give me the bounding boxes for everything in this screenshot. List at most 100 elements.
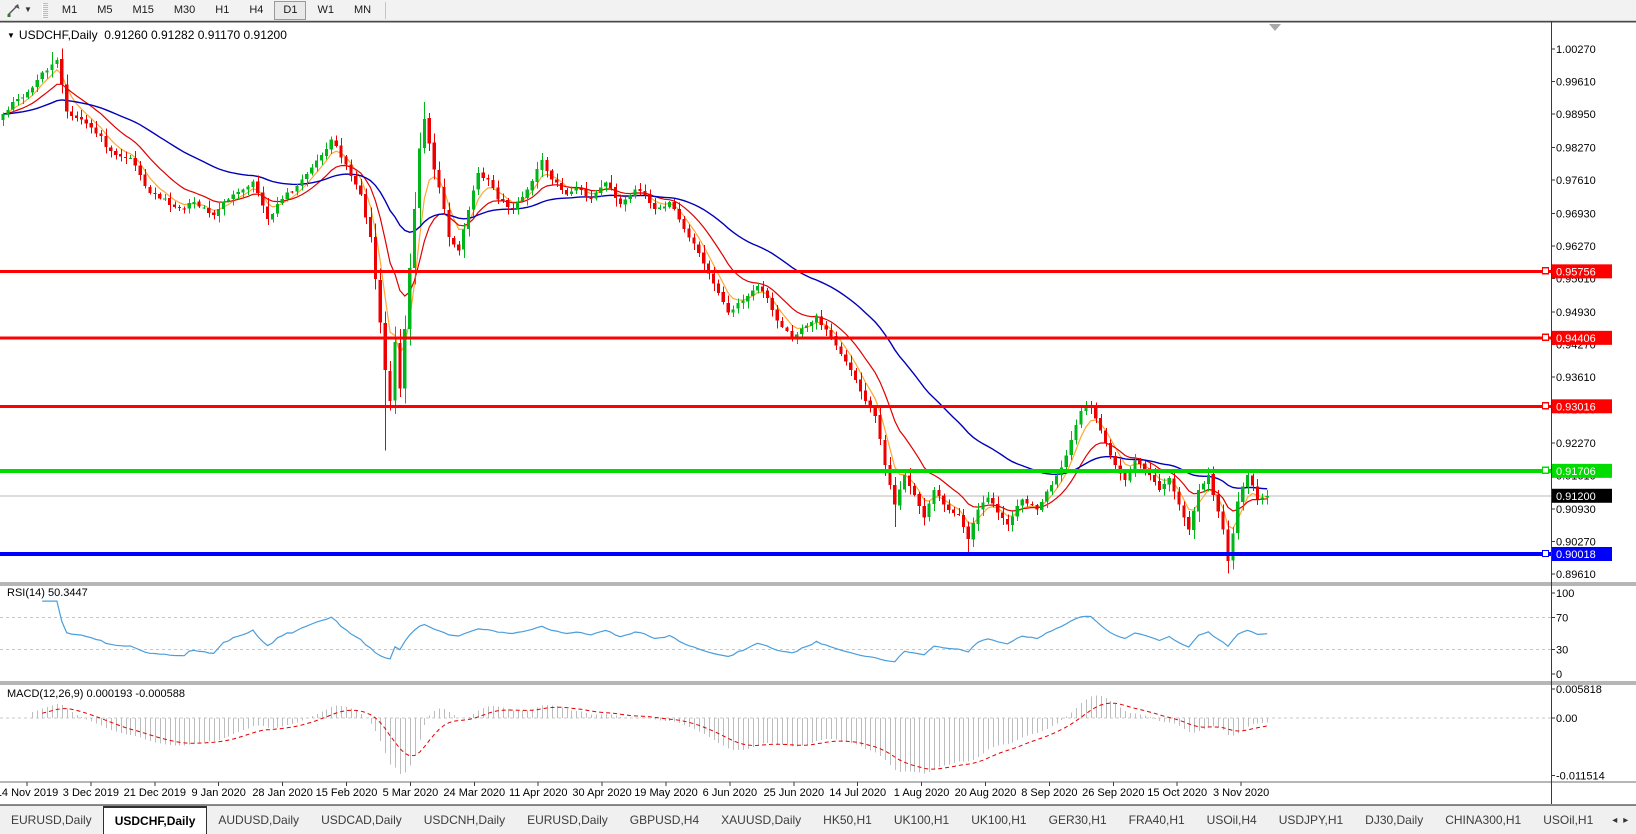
- candle-body: [16, 99, 20, 102]
- rsi-tick-30: 30: [1556, 645, 1568, 657]
- chart-tab-usdcad-daily[interactable]: USDCAD,Daily: [310, 806, 413, 834]
- candle-body: [241, 189, 245, 193]
- candle-body: [35, 79, 39, 88]
- macd-histogram: [32, 695, 1268, 774]
- candle-body: [334, 140, 338, 146]
- timeframe-button-w1[interactable]: W1: [308, 1, 343, 20]
- candle-body: [765, 290, 769, 298]
- timeframe-button-m30[interactable]: M30: [165, 1, 204, 20]
- timeframe-button-m5[interactable]: M5: [88, 1, 121, 20]
- candle-body: [383, 322, 387, 371]
- timeframe-button-mn[interactable]: MN: [345, 1, 380, 20]
- candle-body: [231, 194, 235, 199]
- candle-body: [589, 196, 593, 200]
- candle-body: [648, 194, 652, 203]
- chart-tab-uk100-h1[interactable]: UK100,H1: [883, 806, 960, 834]
- candle-body: [961, 515, 965, 527]
- chart-tab-uk100-h1[interactable]: UK100,H1: [960, 806, 1037, 834]
- candle-body: [1, 114, 5, 120]
- chart-tab-dj30-daily[interactable]: DJ30,Daily: [1354, 806, 1434, 834]
- candle-body: [60, 59, 64, 85]
- chart-tab-hk50-h1[interactable]: HK50,H1: [812, 806, 883, 834]
- timeframe-button-m15[interactable]: M15: [123, 1, 162, 20]
- candle-body: [991, 497, 995, 504]
- chart-tab-usdjpy-h1[interactable]: USDJPY,H1: [1268, 806, 1354, 834]
- chart-tab-usoil-h1[interactable]: USOil,H1: [1532, 806, 1604, 834]
- chart-tab-eurusd-daily[interactable]: EURUSD,Daily: [0, 806, 103, 834]
- timeframe-button-d1[interactable]: D1: [274, 0, 307, 20]
- chart-tab-gbpusd-h4[interactable]: GBPUSD,H4: [619, 806, 710, 834]
- candle-body: [1167, 478, 1171, 485]
- candle-body: [486, 178, 490, 180]
- candle-body: [1133, 460, 1137, 470]
- chart-tab-usdchf-daily[interactable]: USDCHF,Daily: [102, 806, 208, 834]
- candle-body: [555, 179, 559, 183]
- chart-tab-eurusd-daily[interactable]: EURUSD,Daily: [516, 806, 619, 834]
- chart-tab-xauusd-daily[interactable]: XAUUSD,Daily: [710, 806, 812, 834]
- candle-body: [956, 513, 961, 515]
- candle-body: [927, 503, 931, 517]
- level-0.93016-handle: [1541, 402, 1550, 410]
- candle-body: [898, 489, 902, 506]
- candle-body: [775, 309, 779, 321]
- chart-window[interactable]: 1.00270 0.99610 0.98950 0.98270 0.97610 0.969…: [0, 21, 1636, 805]
- timeframe-button-m1[interactable]: M1: [53, 1, 86, 20]
- candle-body: [912, 486, 916, 495]
- candle-body: [1001, 512, 1005, 518]
- macd-tick--0.011514: -0.011514: [1556, 770, 1605, 782]
- candle-body: [300, 179, 304, 187]
- candle-body: [378, 279, 382, 323]
- symbol-period-label: USDCHF,Daily: [18, 28, 98, 42]
- date-tick-label: 15 Feb 2020: [316, 787, 378, 799]
- candle-body: [21, 97, 25, 99]
- date-tick-label: 30 Apr 2020: [572, 787, 631, 799]
- date-tick-label: 11 Apr 2020: [509, 787, 568, 799]
- tab-scroll-right-icon[interactable]: ▸: [1623, 815, 1628, 826]
- toolbar-separator: [385, 1, 387, 19]
- candle-body: [672, 201, 676, 209]
- macd-tick-0.00: 0.00: [1556, 713, 1577, 725]
- chart-tab-usoil-h4[interactable]: USOil,H4: [1196, 806, 1268, 834]
- candle-body: [359, 185, 363, 195]
- candle-body: [422, 118, 426, 148]
- candle-body: [702, 252, 706, 264]
- price-tick-0.94930: 0.94930: [1556, 307, 1596, 319]
- candle-body: [613, 187, 618, 199]
- rsi-line: [42, 600, 1268, 663]
- chart-tab-china300-h1[interactable]: CHINA300,H1: [1434, 806, 1532, 834]
- mt4-application: ▼ M1 M5 M15 M30 H1 H4 D1 W1 MN 1.00270 0.99610 0.9…: [0, 0, 1636, 834]
- date-tick-label: 26 Sep 2020: [1082, 787, 1144, 799]
- ohlc-quote-label: 0.91260 0.91282 0.91170 0.91200: [104, 28, 287, 42]
- candle-body: [1113, 456, 1117, 466]
- timeframe-button-h1[interactable]: H1: [206, 1, 238, 20]
- chart-menu-triangle-icon[interactable]: ▼: [7, 31, 15, 40]
- chart-tab-audusd-daily[interactable]: AUDUSD,Daily: [207, 806, 310, 834]
- candle-body: [1010, 516, 1014, 525]
- candle-body: [40, 72, 44, 79]
- candle-body: [1177, 491, 1181, 505]
- candle-body: [217, 208, 221, 216]
- candle-body: [315, 160, 319, 168]
- candle-body: [805, 325, 809, 328]
- candle-body: [1084, 407, 1088, 411]
- candle-body: [45, 70, 49, 73]
- chart-canvas[interactable]: 1.00270 0.99610 0.98950 0.98270 0.97610 0.969…: [0, 21, 1636, 805]
- chart-shift-marker-icon[interactable]: [1269, 24, 1281, 31]
- candle-body: [212, 212, 216, 215]
- candle-body: [1138, 460, 1142, 464]
- chart-tab-usdcnh-daily[interactable]: USDCNH,Daily: [413, 806, 516, 834]
- candle-body: [1197, 489, 1201, 512]
- candle-body: [1260, 497, 1264, 501]
- tab-scroll-left-icon[interactable]: ◂: [1612, 815, 1617, 826]
- candle-body: [824, 325, 828, 330]
- candle-body: [432, 142, 436, 170]
- chart-tab-ger30-h1[interactable]: GER30,H1: [1038, 806, 1118, 834]
- candlestick-series: [1, 48, 1269, 574]
- timeframe-button-h4[interactable]: H4: [240, 1, 272, 20]
- chart-tab-fra40-h1[interactable]: FRA40,H1: [1118, 806, 1196, 834]
- candle-body: [339, 145, 343, 158]
- candle-body: [295, 186, 299, 192]
- candle-body: [1162, 484, 1166, 490]
- level-0.95756-handle: [1541, 267, 1550, 275]
- drawing-tools-button[interactable]: ▼: [0, 1, 38, 20]
